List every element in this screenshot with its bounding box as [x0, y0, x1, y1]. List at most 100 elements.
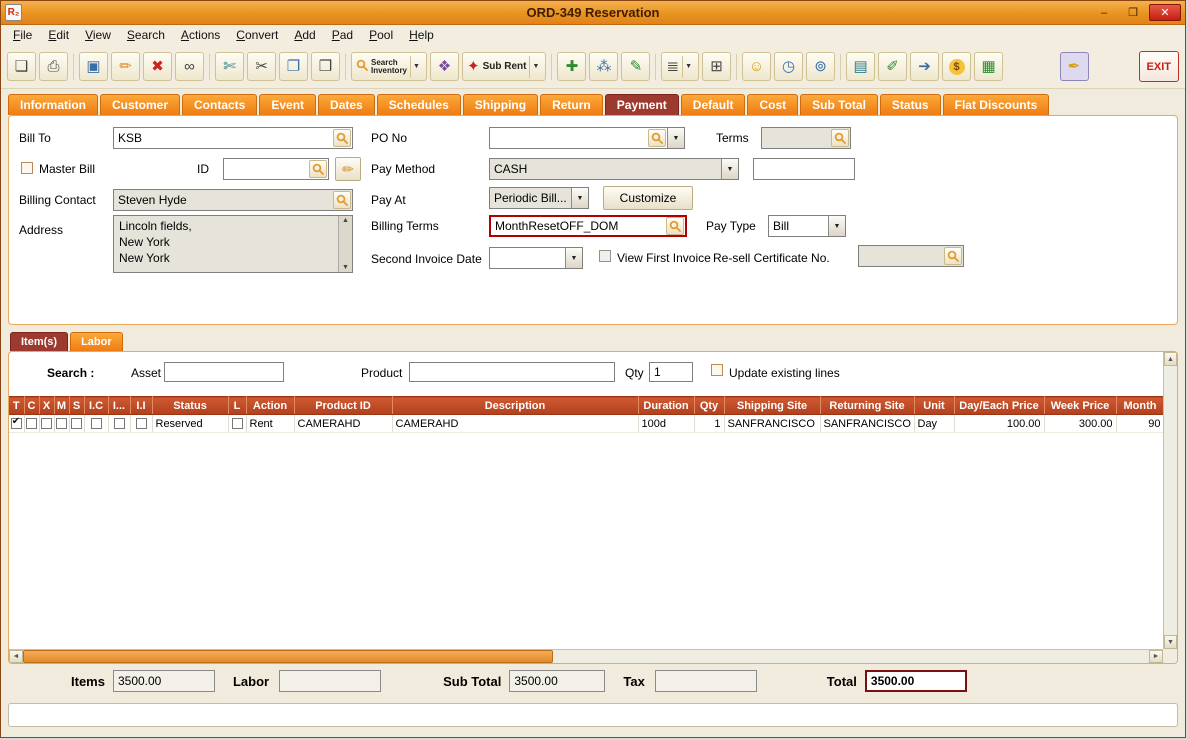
- address-textarea[interactable]: Lincoln fields, New York New York: [113, 215, 353, 273]
- table-row[interactable]: Reserved Rent CAMERAHD CAMERAHD 100d 1 S…: [9, 414, 1165, 433]
- chevron-down-icon[interactable]: [571, 188, 588, 208]
- pay-at-select[interactable]: Periodic Bill...: [489, 187, 589, 209]
- id-input[interactable]: [223, 158, 329, 180]
- chevron-down-icon[interactable]: [682, 55, 694, 78]
- labor-total-input[interactable]: [279, 670, 382, 692]
- col-header[interactable]: I...: [108, 396, 131, 415]
- tab-dates[interactable]: Dates: [318, 94, 375, 115]
- items-total-input[interactable]: 3500.00: [112, 670, 215, 692]
- menu-file[interactable]: File: [13, 28, 32, 42]
- pay-method-select[interactable]: CASH: [489, 158, 739, 180]
- row-checkbox-i[interactable]: [113, 418, 125, 430]
- col-header-week-price[interactable]: Week Price: [1044, 396, 1117, 415]
- find-button[interactable]: ∞: [175, 52, 204, 81]
- edit-note-button[interactable]: ✎: [621, 52, 651, 81]
- vertical-scrollbar[interactable]: [1163, 352, 1177, 649]
- row-checkbox-l[interactable]: [231, 418, 243, 430]
- delete-button[interactable]: ✖: [143, 52, 172, 81]
- product-input[interactable]: [409, 362, 615, 382]
- col-header-description[interactable]: Description: [392, 396, 639, 415]
- row-checkbox-t[interactable]: [10, 416, 22, 430]
- row-checkbox-x[interactable]: [41, 418, 52, 430]
- search-icon[interactable]: [944, 247, 962, 265]
- customize-button[interactable]: Customize: [603, 186, 693, 210]
- edit-button[interactable]: ✏: [111, 52, 140, 81]
- chevron-down-icon[interactable]: [410, 55, 422, 78]
- col-header[interactable]: I.C: [84, 396, 109, 415]
- chevron-down-icon[interactable]: [529, 55, 541, 78]
- col-header-unit[interactable]: Unit: [914, 396, 955, 415]
- database-button[interactable]: ▤: [846, 52, 876, 81]
- inventory-button[interactable]: ▦: [974, 52, 1004, 81]
- col-header-shipping-site[interactable]: Shipping Site: [724, 396, 821, 415]
- tab-default[interactable]: Default: [680, 94, 746, 115]
- tab-customer[interactable]: Customer: [100, 94, 181, 115]
- menu-search[interactable]: Search: [127, 28, 165, 42]
- tab-status[interactable]: Status: [879, 94, 941, 115]
- view-first-invoice-checkbox[interactable]: [599, 250, 611, 262]
- sub-total-input[interactable]: 3500.00: [509, 670, 606, 692]
- scroll-down-icon[interactable]: [1164, 635, 1177, 649]
- scroll-up-icon[interactable]: [342, 217, 349, 224]
- total-input[interactable]: 3500.00: [864, 670, 967, 692]
- col-header[interactable]: T: [9, 396, 25, 415]
- horizontal-scroll-thumb[interactable]: [23, 650, 553, 663]
- maximize-button[interactable]: ❒: [1120, 4, 1146, 21]
- tab-payment[interactable]: Payment: [604, 94, 679, 115]
- search-icon[interactable]: [648, 129, 666, 147]
- row-checkbox-ii[interactable]: [135, 418, 147, 430]
- print-button[interactable]: ⎙: [39, 52, 68, 81]
- export-button[interactable]: ✄: [215, 52, 244, 81]
- key-button[interactable]: ➔: [910, 52, 940, 81]
- col-header[interactable]: I.I: [130, 396, 153, 415]
- horizontal-scrollbar[interactable]: [9, 649, 1163, 663]
- update-existing-lines-checkbox[interactable]: [711, 364, 723, 376]
- copy-button[interactable]: ❐: [279, 52, 308, 81]
- col-header-product-id[interactable]: Product ID: [294, 396, 393, 415]
- search-inventory-button[interactable]: Search Inventory: [351, 52, 428, 81]
- search-icon[interactable]: [666, 217, 684, 235]
- customer-button[interactable]: ☺: [742, 52, 772, 81]
- row-checkbox-c[interactable]: [26, 418, 37, 430]
- billing-terms-input[interactable]: MonthResetOFF_DOM: [489, 215, 687, 237]
- menu-pad[interactable]: Pad: [332, 28, 353, 42]
- col-header[interactable]: L: [228, 396, 247, 415]
- tab-sub-total[interactable]: Sub Total: [800, 94, 878, 115]
- tab-information[interactable]: Information: [8, 94, 98, 115]
- scroll-right-icon[interactable]: [1149, 650, 1163, 663]
- terms-input[interactable]: [761, 127, 851, 149]
- col-header[interactable]: X: [39, 396, 55, 415]
- col-header[interactable]: S: [69, 396, 85, 415]
- menu-help[interactable]: Help: [409, 28, 434, 42]
- address-scrollbar[interactable]: [338, 216, 352, 272]
- row-checkbox-m[interactable]: [56, 418, 67, 430]
- menu-actions[interactable]: Actions: [181, 28, 220, 42]
- col-header-duration[interactable]: Duration: [638, 396, 695, 415]
- save-button[interactable]: ▣: [79, 52, 108, 81]
- search-icon[interactable]: [309, 160, 327, 178]
- row-checkbox-s[interactable]: [71, 418, 82, 430]
- col-header-qty[interactable]: Qty: [694, 396, 725, 415]
- tab-shipping[interactable]: Shipping: [462, 94, 539, 115]
- col-header[interactable]: M: [54, 396, 70, 415]
- col-header-month-price[interactable]: Month: [1116, 396, 1165, 415]
- vertical-scroll-track[interactable]: [1164, 366, 1177, 635]
- pay-method-extra-input[interactable]: [753, 158, 855, 180]
- new-button[interactable]: ❏: [7, 52, 36, 81]
- money-button[interactable]: $: [942, 52, 972, 81]
- group-button[interactable]: ⁂: [589, 52, 619, 81]
- bill-to-input[interactable]: KSB: [113, 127, 353, 149]
- col-header-action[interactable]: Action: [246, 396, 295, 415]
- col-header-returning-site[interactable]: Returning Site: [820, 396, 915, 415]
- menu-convert[interactable]: Convert: [236, 28, 278, 42]
- tab-labor[interactable]: Labor: [70, 332, 123, 351]
- stack-button[interactable]: ≣: [661, 52, 700, 81]
- tax-input[interactable]: [654, 670, 757, 692]
- menu-add[interactable]: Add: [294, 28, 315, 42]
- wand-button[interactable]: ✒: [1059, 52, 1089, 81]
- notes-button[interactable]: ✐: [878, 52, 908, 81]
- asset-input[interactable]: [164, 362, 284, 382]
- search-icon[interactable]: [333, 129, 351, 147]
- resell-certificate-input[interactable]: [858, 245, 964, 267]
- tab-schedules[interactable]: Schedules: [376, 94, 461, 115]
